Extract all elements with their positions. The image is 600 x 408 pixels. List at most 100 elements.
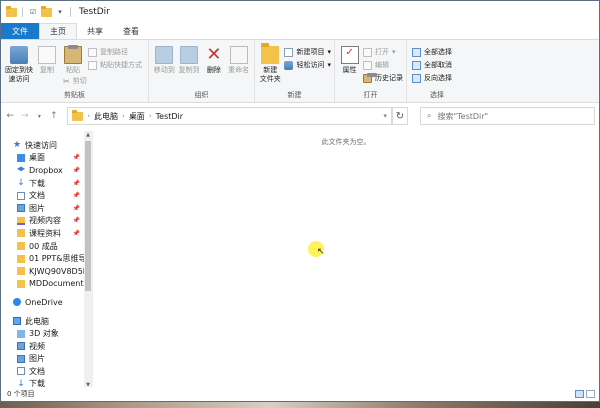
recent-dropdown-icon[interactable]: ▾ <box>34 113 45 120</box>
refresh-button[interactable]: ↻ <box>391 107 408 125</box>
breadcrumb-desktop[interactable]: 桌面 <box>129 111 145 122</box>
nav-pc-pictures[interactable]: 图片 <box>1 353 92 366</box>
new-item-icon <box>284 47 294 57</box>
content-area: ★ 快速访问 桌面 📌 Dropbox 📌 ↓ 下载 📌 文档 📌 图片 📌 视频内容 📌 课… <box>1 131 599 389</box>
status-bar: 0 个项目 <box>1 387 599 401</box>
nav-pc-3d-objects[interactable]: 3D 对象 <box>1 327 92 340</box>
cloud-icon <box>13 298 21 307</box>
explorer-window: ☑ ▾ TestDir 文件 主页 共享 查看 固定到快速访问 复制 粘贴 复制… <box>0 0 600 402</box>
invert-selection-button[interactable]: 反向选择 <box>412 73 452 83</box>
nav-pc-videos[interactable]: 视频 <box>1 340 92 353</box>
desktop-icon <box>17 153 25 162</box>
invert-selection-icon <box>412 73 421 83</box>
file-list-pane[interactable]: 此文件夹为空。 ↖ <box>93 131 599 389</box>
paste-shortcut-icon <box>88 60 97 70</box>
address-bar[interactable]: › 此电脑 › 桌面 › TestDir ▾ <box>67 107 392 125</box>
pin-icon: 📌 <box>72 217 80 225</box>
pin-icon: 📌 <box>72 229 80 237</box>
nav-item-ppt-mindmap[interactable]: 01 PPT&思维导 <box>1 252 92 265</box>
select-group-label: 选择 <box>430 91 444 99</box>
open-group: 属性 打开▾ 编辑 历史记录 打开 <box>335 40 407 102</box>
copy-path-icon <box>88 47 97 57</box>
pin-icon: 📌 <box>72 166 80 174</box>
folder-icon <box>17 279 25 288</box>
pin-icon: 📌 <box>72 179 80 187</box>
search-input[interactable]: 搜索"TestDir" <box>437 111 488 122</box>
select-all-icon <box>412 47 421 57</box>
folder-icon <box>17 229 25 238</box>
video-folder-icon <box>17 216 25 225</box>
copy-path-button[interactable]: 复制路径 <box>88 47 142 57</box>
history-icon <box>363 72 377 83</box>
tab-file[interactable]: 文件 <box>1 23 39 39</box>
ribbon: 固定到快速访问 复制 粘贴 复制路径 粘贴快捷方式 ✂ 剪切 剪贴板 移动到 复… <box>1 39 599 103</box>
nav-item-desktop[interactable]: 桌面 📌 <box>1 152 92 165</box>
download-icon: ↓ <box>17 178 25 189</box>
chevron-right-icon: › <box>122 112 125 120</box>
nav-item-course-materials[interactable]: 课程资料 📌 <box>1 227 92 240</box>
document-icon <box>17 367 25 376</box>
breadcrumb-this-pc[interactable]: 此电脑 <box>94 111 118 122</box>
nav-this-pc[interactable]: 此电脑 <box>1 315 92 328</box>
navigation-pane: ★ 快速访问 桌面 📌 Dropbox 📌 ↓ 下载 📌 文档 📌 图片 📌 视频内容 📌 课… <box>1 131 93 389</box>
easy-access-icon <box>284 60 294 70</box>
scissors-icon: ✂ <box>63 76 70 86</box>
nav-item-kjwq[interactable]: KJWQ90V8D5K <box>1 265 92 278</box>
cut-button[interactable]: ✂ 剪切 <box>63 76 87 86</box>
picture-icon <box>17 204 25 213</box>
easy-access-button[interactable]: 轻松访问 ▾ <box>284 60 331 70</box>
scrollbar-thumb[interactable] <box>85 141 91 291</box>
organize-group-label: 组织 <box>194 91 209 99</box>
nav-item-documents[interactable]: 文档 📌 <box>1 189 92 202</box>
new-group-label: 新建 <box>287 91 302 99</box>
copy-to-icon <box>180 46 199 64</box>
clipboard-group-label: 剪贴板 <box>64 91 85 99</box>
details-view-icon[interactable] <box>575 390 584 398</box>
tab-share[interactable]: 共享 <box>77 23 113 39</box>
nav-quick-access[interactable]: ★ 快速访问 <box>1 139 92 152</box>
properties-qat-icon[interactable]: ☑ <box>28 7 38 17</box>
nav-item-pictures[interactable]: 图片 📌 <box>1 202 92 215</box>
computer-icon <box>13 317 21 326</box>
item-count: 0 个项目 <box>7 390 35 398</box>
folder-icon <box>72 109 84 121</box>
qat-dropdown-icon[interactable]: ▾ <box>55 7 65 17</box>
up-arrow-icon[interactable]: ↑ <box>49 111 60 121</box>
scroll-up-icon[interactable]: ▲ <box>84 131 92 139</box>
open-button[interactable]: 打开 ▾ <box>363 47 403 57</box>
new-item-button[interactable]: 新建项目 ▾ <box>284 47 331 57</box>
rename-icon <box>229 46 248 64</box>
chevron-right-icon: › <box>148 112 152 120</box>
select-group: 全部选择 全部取消 反向选择 选择 <box>407 40 467 102</box>
large-icons-view-icon[interactable] <box>586 390 595 398</box>
search-box[interactable]: ⌕ 搜索"TestDir" <box>419 107 595 125</box>
tab-view[interactable]: 查看 <box>113 23 149 39</box>
forward-arrow-icon[interactable]: → <box>20 111 31 121</box>
picture-icon <box>17 354 25 363</box>
nav-item-dropbox[interactable]: Dropbox 📌 <box>1 164 92 177</box>
nav-onedrive[interactable]: OneDrive <box>1 296 92 309</box>
nav-item-mddocuments[interactable]: MDDocuments <box>1 278 92 291</box>
new-group: 新建 文件夹 新建项目 ▾ 轻松访问 ▾ 新建 <box>255 40 335 102</box>
dropbox-icon <box>17 166 25 172</box>
history-button[interactable]: 历史记录 <box>363 72 403 83</box>
address-dropdown-icon[interactable]: ▾ <box>383 112 387 120</box>
select-all-button[interactable]: 全部选择 <box>412 47 452 57</box>
chevron-down-icon: ▾ <box>392 48 396 56</box>
nav-item-video-content[interactable]: 视频内容 📌 <box>1 215 92 228</box>
paste-shortcut-button[interactable]: 粘贴快捷方式 <box>88 60 142 70</box>
new-folder-qat-icon[interactable] <box>41 5 52 17</box>
star-icon: ★ <box>13 140 22 151</box>
tab-home[interactable]: 主页 <box>39 23 77 39</box>
nav-item-finished[interactable]: 00 成品 <box>1 240 92 253</box>
breadcrumb-testdir[interactable]: TestDir <box>156 112 183 121</box>
select-none-button[interactable]: 全部取消 <box>412 60 452 70</box>
title-bar: ☑ ▾ TestDir <box>1 1 599 23</box>
edit-button[interactable]: 编辑 <box>363 60 403 70</box>
pin-icon <box>10 46 28 64</box>
nav-pc-documents[interactable]: 文档 <box>1 365 92 378</box>
nav-item-downloads[interactable]: ↓ 下载 📌 <box>1 177 92 190</box>
quick-access-toolbar: ☑ ▾ <box>6 5 73 17</box>
nav-scrollbar[interactable]: ▲ ▼ <box>84 131 92 389</box>
back-arrow-icon[interactable]: ← <box>5 111 16 121</box>
